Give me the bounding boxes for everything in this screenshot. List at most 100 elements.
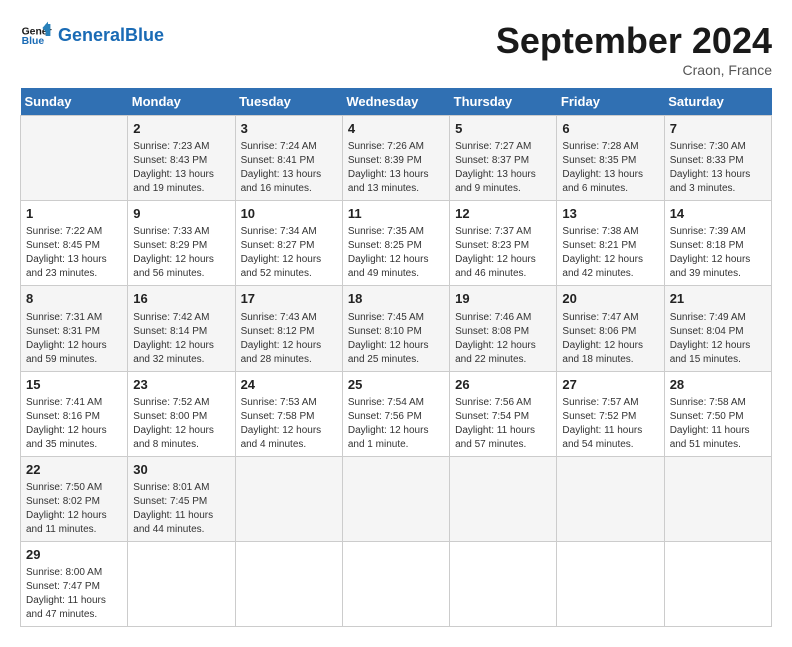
location-subtitle: Craon, France — [496, 62, 772, 78]
header-wednesday: Wednesday — [342, 88, 449, 116]
day-number: 10 — [241, 205, 337, 223]
day-number: 25 — [348, 376, 444, 394]
day-info: Sunrise: 7:23 AM Sunset: 8:43 PM Dayligh… — [133, 140, 229, 196]
day-number: 8 — [26, 290, 122, 308]
calendar-cell: 23Sunrise: 7:52 AM Sunset: 8:00 PM Dayli… — [128, 371, 235, 456]
day-number: 30 — [133, 461, 229, 479]
calendar-cell: 22 Sunrise: 7:50 AM Sunset: 8:02 PM Dayli… — [21, 456, 128, 541]
day-number: 22 — [26, 461, 122, 479]
calendar-week-row: 29Sunrise: 8:00 AM Sunset: 7:47 PM Dayli… — [21, 541, 772, 626]
day-number: 21 — [670, 290, 766, 308]
day-number: 16 — [133, 290, 229, 308]
calendar-cell: 2Sunrise: 7:23 AM Sunset: 8:43 PM Daylig… — [128, 116, 235, 201]
calendar-cell: 28 Sunrise: 7:58 AM Sunset: 7:50 PM Dayli… — [664, 371, 771, 456]
svg-text:Blue: Blue — [22, 36, 45, 47]
day-info: Sunrise: 7:27 AM Sunset: 8:37 PM Dayligh… — [455, 140, 551, 196]
title-block: September 2024 Craon, France — [496, 20, 772, 78]
logo-blue: Blue — [125, 25, 164, 45]
calendar-week-row: 15 Sunrise: 7:41 AM Sunset: 8:16 PM Dayli… — [21, 371, 772, 456]
day-number: 19 — [455, 290, 551, 308]
calendar-cell: 10 Sunrise: 7:34 AM Sunset: 8:27 PM Dayli… — [235, 201, 342, 286]
day-info: Sunrise: 7:46 AM Sunset: 8:08 PM Dayligh… — [455, 311, 551, 367]
calendar-cell: 5Sunrise: 7:27 AM Sunset: 8:37 PM Daylig… — [450, 116, 557, 201]
calendar-cell: 25Sunrise: 7:54 AM Sunset: 7:56 PM Dayli… — [342, 371, 449, 456]
day-number: 27 — [562, 376, 658, 394]
page-header: General Blue GeneralBlue September 2024 … — [20, 20, 772, 78]
header-thursday: Thursday — [450, 88, 557, 116]
calendar-cell: 21 Sunrise: 7:49 AM Sunset: 8:04 PM Dayli… — [664, 286, 771, 371]
day-info: Sunrise: 7:45 AM Sunset: 8:10 PM Dayligh… — [348, 311, 444, 367]
calendar-cell: 9 Sunrise: 7:33 AM Sunset: 8:29 PM Daylig… — [128, 201, 235, 286]
day-number: 15 — [26, 376, 122, 394]
day-info: Sunrise: 7:28 AM Sunset: 8:35 PM Dayligh… — [562, 140, 658, 196]
day-number: 26 — [455, 376, 551, 394]
header-tuesday: Tuesday — [235, 88, 342, 116]
calendar-cell — [664, 456, 771, 541]
calendar-cell — [235, 456, 342, 541]
day-info: Sunrise: 7:47 AM Sunset: 8:06 PM Dayligh… — [562, 311, 658, 367]
day-number: 13 — [562, 205, 658, 223]
day-number: 1 — [26, 205, 122, 223]
calendar-cell: 1Sunrise: 7:22 AM Sunset: 8:45 PM Daylig… — [21, 201, 128, 286]
day-info: Sunrise: 7:30 AM Sunset: 8:33 PM Dayligh… — [670, 140, 766, 196]
day-number: 17 — [241, 290, 337, 308]
day-info: Sunrise: 7:33 AM Sunset: 8:29 PM Dayligh… — [133, 225, 229, 281]
day-info: Sunrise: 7:41 AM Sunset: 8:16 PM Dayligh… — [26, 396, 122, 452]
day-info: Sunrise: 7:49 AM Sunset: 8:04 PM Dayligh… — [670, 311, 766, 367]
day-number: 20 — [562, 290, 658, 308]
day-number: 12 — [455, 205, 551, 223]
header-monday: Monday — [128, 88, 235, 116]
day-info: Sunrise: 7:50 AM Sunset: 8:02 PM Dayligh… — [26, 481, 122, 537]
day-number: 14 — [670, 205, 766, 223]
day-number: 7 — [670, 120, 766, 138]
calendar-cell: 26Sunrise: 7:56 AM Sunset: 7:54 PM Dayli… — [450, 371, 557, 456]
calendar-cell: 29Sunrise: 8:00 AM Sunset: 7:47 PM Dayli… — [21, 541, 128, 626]
calendar-cell: 8 Sunrise: 7:31 AM Sunset: 8:31 PM Daylig… — [21, 286, 128, 371]
day-number: 28 — [670, 376, 766, 394]
calendar-cell: 30Sunrise: 8:01 AM Sunset: 7:45 PM Dayli… — [128, 456, 235, 541]
calendar-cell — [342, 456, 449, 541]
calendar-cell: 14 Sunrise: 7:39 AM Sunset: 8:18 PM Dayli… — [664, 201, 771, 286]
day-info: Sunrise: 7:43 AM Sunset: 8:12 PM Dayligh… — [241, 311, 337, 367]
day-info: Sunrise: 7:38 AM Sunset: 8:21 PM Dayligh… — [562, 225, 658, 281]
calendar-cell — [235, 541, 342, 626]
day-info: Sunrise: 7:53 AM Sunset: 7:58 PM Dayligh… — [241, 396, 337, 452]
calendar-cell: 27Sunrise: 7:57 AM Sunset: 7:52 PM Dayli… — [557, 371, 664, 456]
day-number: 9 — [133, 205, 229, 223]
calendar-cell: 3 Sunrise: 7:24 AM Sunset: 8:41 PM Daylig… — [235, 116, 342, 201]
calendar-cell: 12Sunrise: 7:37 AM Sunset: 8:23 PM Dayli… — [450, 201, 557, 286]
day-number: 4 — [348, 120, 444, 138]
calendar-cell: 20 Sunrise: 7:47 AM Sunset: 8:06 PM Dayli… — [557, 286, 664, 371]
calendar-cell: 24 Sunrise: 7:53 AM Sunset: 7:58 PM Dayli… — [235, 371, 342, 456]
calendar-cell: 11Sunrise: 7:35 AM Sunset: 8:25 PM Dayli… — [342, 201, 449, 286]
month-title: September 2024 — [496, 20, 772, 62]
day-info: Sunrise: 7:39 AM Sunset: 8:18 PM Dayligh… — [670, 225, 766, 281]
day-number: 3 — [241, 120, 337, 138]
calendar-cell: 4 Sunrise: 7:26 AM Sunset: 8:39 PM Daylig… — [342, 116, 449, 201]
day-info: Sunrise: 7:26 AM Sunset: 8:39 PM Dayligh… — [348, 140, 444, 196]
day-info: Sunrise: 7:34 AM Sunset: 8:27 PM Dayligh… — [241, 225, 337, 281]
day-number: 11 — [348, 205, 444, 223]
logo: General Blue GeneralBlue — [20, 20, 164, 52]
day-info: Sunrise: 7:42 AM Sunset: 8:14 PM Dayligh… — [133, 311, 229, 367]
day-info: Sunrise: 7:58 AM Sunset: 7:50 PM Dayligh… — [670, 396, 766, 452]
logo-general: General — [58, 25, 125, 45]
day-number: 23 — [133, 376, 229, 394]
day-number: 18 — [348, 290, 444, 308]
calendar-cell — [128, 541, 235, 626]
calendar-cell: 16 Sunrise: 7:42 AM Sunset: 8:14 PM Dayli… — [128, 286, 235, 371]
calendar-cell: 7 Sunrise: 7:30 AM Sunset: 8:33 PM Daylig… — [664, 116, 771, 201]
day-info: Sunrise: 7:31 AM Sunset: 8:31 PM Dayligh… — [26, 311, 122, 367]
calendar-week-row: 2Sunrise: 7:23 AM Sunset: 8:43 PM Daylig… — [21, 116, 772, 201]
header-saturday: Saturday — [664, 88, 771, 116]
calendar-cell — [557, 456, 664, 541]
day-number: 24 — [241, 376, 337, 394]
calendar-cell — [450, 456, 557, 541]
calendar-cell: 15 Sunrise: 7:41 AM Sunset: 8:16 PM Dayli… — [21, 371, 128, 456]
calendar-cell: 18 Sunrise: 7:45 AM Sunset: 8:10 PM Dayli… — [342, 286, 449, 371]
calendar-cell: 17 Sunrise: 7:43 AM Sunset: 8:12 PM Dayli… — [235, 286, 342, 371]
calendar-cell — [450, 541, 557, 626]
calendar-header-row: SundayMondayTuesdayWednesdayThursdayFrid… — [21, 88, 772, 116]
day-info: Sunrise: 7:24 AM Sunset: 8:41 PM Dayligh… — [241, 140, 337, 196]
calendar-cell: 13 Sunrise: 7:38 AM Sunset: 8:21 PM Dayli… — [557, 201, 664, 286]
